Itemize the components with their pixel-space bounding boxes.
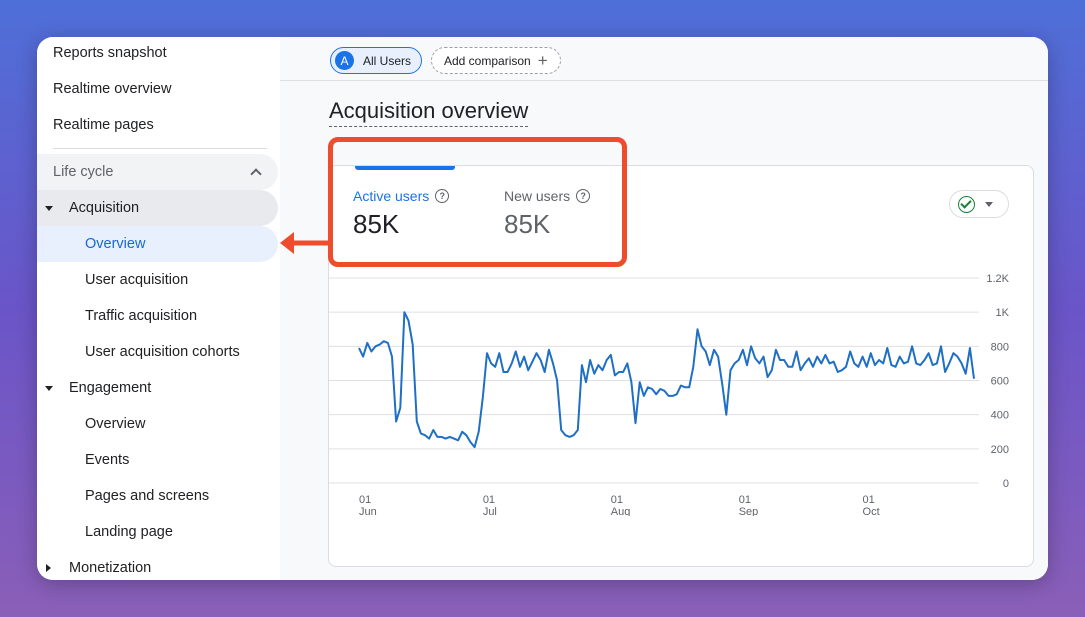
comparison-bar: A All Users Add comparison + (280, 37, 1048, 81)
sidebar-item-label: Overview (85, 236, 146, 252)
sidebar-item-monetization[interactable]: Monetization (37, 550, 278, 580)
x-tick-label: Sep (739, 506, 759, 516)
add-comparison-label: Add comparison (444, 53, 531, 68)
sidebar-item-pages-and-screens[interactable]: Pages and screens (37, 478, 278, 514)
app-window: Reports snapshot Realtime overview Realt… (37, 37, 1048, 580)
sidebar-item-engagement-overview[interactable]: Overview (37, 406, 278, 442)
sidebar-item-acquisition-overview[interactable]: Overview (37, 226, 278, 262)
main-content: A All Users Add comparison + Acquisition… (280, 37, 1048, 580)
segment-avatar: A (335, 51, 354, 70)
x-tick-label: Aug (611, 506, 631, 516)
sidebar-item-label: Landing page (85, 524, 173, 540)
sidebar-item-label: Events (85, 452, 130, 468)
y-tick-label: 800 (991, 341, 1009, 353)
y-tick-label: 600 (991, 376, 1009, 388)
sidebar-item-label: Acquisition (69, 200, 140, 216)
x-tick-label: 01 (739, 494, 751, 506)
sidebar-item-events[interactable]: Events (37, 442, 278, 478)
arrow-left-icon (280, 232, 333, 254)
series-line-active-users (358, 311, 975, 449)
x-tick-label: Oct (863, 506, 880, 516)
y-tick-label: 1K (996, 307, 1010, 319)
x-tick-label: 01 (611, 494, 623, 506)
x-tick-label: 01 (863, 494, 875, 506)
sidebar-item-label: Overview (85, 416, 146, 432)
x-tick-label: Jun (359, 506, 377, 516)
sidebar-item-acquisition[interactable]: Acquisition (37, 190, 278, 226)
sidebar-item-label: User acquisition cohorts (85, 344, 240, 360)
add-comparison-button[interactable]: Add comparison + (431, 47, 561, 74)
sidebar-item-label: Engagement (69, 380, 152, 396)
segment-label: All Users (363, 53, 412, 68)
sidebar-section-life-cycle[interactable]: Life cycle (37, 154, 278, 190)
highlight-box (328, 137, 627, 267)
caret-down-icon (45, 205, 53, 211)
sidebar-item-label: Monetization (69, 560, 152, 576)
chevron-up-icon (250, 168, 262, 180)
x-tick-label: 01 (483, 494, 495, 506)
sidebar-item-engagement[interactable]: Engagement (37, 370, 278, 406)
caret-down-icon (45, 385, 53, 391)
sidebar: Reports snapshot Realtime overview Realt… (37, 37, 280, 580)
check-circle-icon (958, 195, 975, 213)
page-title: Acquisition overview (329, 98, 529, 127)
sidebar-item-user-acquisition-cohorts[interactable]: User acquisition cohorts (37, 334, 278, 370)
sidebar-item-label: Realtime overview (53, 81, 172, 97)
segment-chip-all-users[interactable]: A All Users (330, 47, 422, 74)
sidebar-item-label: Pages and screens (85, 488, 210, 504)
sidebar-item-traffic-acquisition[interactable]: Traffic acquisition (37, 298, 278, 334)
y-tick-label: 0 (1003, 478, 1009, 490)
sidebar-item-label: Realtime pages (53, 117, 154, 133)
sidebar-item-realtime-pages[interactable]: Realtime pages (37, 107, 278, 143)
dropdown-arrow-icon (985, 201, 993, 207)
plus-icon: + (537, 51, 548, 70)
x-tick-label: 01 (359, 494, 371, 506)
sidebar-item-label: Reports snapshot (53, 45, 167, 61)
sidebar-item-label: User acquisition (85, 272, 189, 288)
y-tick-label: 1.2K (986, 273, 1009, 285)
sidebar-item-label: Traffic acquisition (85, 308, 198, 324)
sidebar-item-realtime-overview[interactable]: Realtime overview (37, 71, 278, 107)
sidebar-item-reports-snapshot[interactable]: Reports snapshot (37, 37, 278, 71)
sidebar-item-user-acquisition[interactable]: User acquisition (37, 262, 278, 298)
caret-right-icon (46, 564, 51, 572)
section-label: Life cycle (53, 164, 114, 180)
active-users-line-chart: 02004006008001K1.2K01Jun01Jul01Aug01Sep0… (329, 273, 1010, 516)
x-tick-label: Jul (483, 506, 497, 516)
y-tick-label: 200 (991, 444, 1009, 456)
sidebar-item-landing-page[interactable]: Landing page (37, 514, 278, 550)
y-tick-label: 400 (991, 410, 1009, 422)
sidebar-divider (53, 148, 267, 149)
insights-dropdown-button[interactable] (949, 190, 1009, 218)
